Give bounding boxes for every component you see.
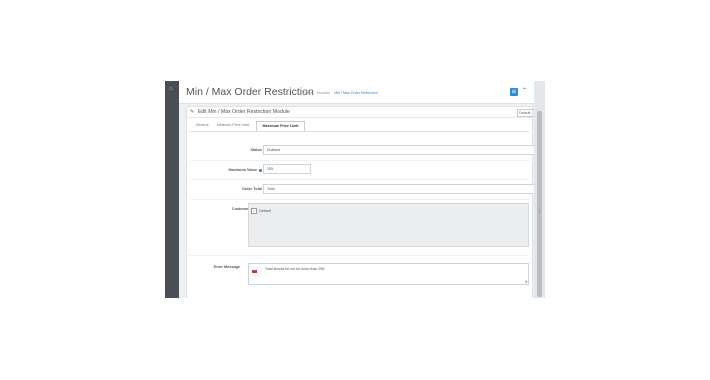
maximum-value-label: Maximum Value — [228, 168, 257, 172]
maximum-value-input[interactable]: 255 — [263, 164, 311, 174]
status-label: Status — [250, 148, 262, 152]
tab-general[interactable]: General — [193, 121, 211, 130]
pencil-icon: ✎ — [190, 109, 195, 115]
breadcrumb: Home Modules Min / Max Order Restriction — [303, 91, 381, 95]
order-total-select[interactable]: Total ▾ — [263, 184, 544, 194]
page-title: Min / Max Order Restriction — [186, 86, 314, 98]
info-icon[interactable] — [259, 168, 262, 172]
customer-group-box: ✓ Default — [248, 203, 529, 247]
page-header: Min / Max Order Restriction Home Modules… — [179, 81, 534, 104]
home-icon[interactable]: ⌂ — [169, 86, 175, 92]
left-sidebar: ⌂ — [165, 81, 179, 298]
breadcrumb-home[interactable]: Home — [303, 91, 313, 95]
chevron-up-icon[interactable]: ⌃ — [522, 87, 527, 94]
scrollbar-thumb[interactable] — [537, 111, 542, 297]
divider — [186, 255, 527, 256]
breadcrumb-modules[interactable]: Modules — [317, 91, 331, 95]
error-message-value: Total should be not be more than 255 — [265, 267, 325, 271]
divider — [190, 179, 529, 180]
resize-handle-icon[interactable]: ◢ — [525, 279, 527, 284]
status-value: Enabled — [267, 148, 281, 152]
divider — [190, 160, 529, 161]
panel-title: Edit Min / Max Order Restriction Module — [197, 109, 290, 115]
customer-group-option[interactable]: ✓ Default — [251, 208, 271, 214]
save-button[interactable]: ⊞ — [510, 88, 518, 96]
breadcrumb-current[interactable]: Min / Max Order Restriction — [334, 91, 378, 95]
scroll-grip-icon: ⁞ — [538, 209, 541, 215]
tab-divider — [190, 131, 529, 132]
divider — [190, 199, 529, 200]
customer-group-option-label: Default — [259, 209, 272, 213]
error-message-textarea[interactable]: ▪ Total should be not be more than 255 ◢ — [248, 263, 529, 285]
vertical-scrollbar[interactable]: ⁞ — [534, 81, 545, 298]
checkbox-checked-icon[interactable]: ✓ — [251, 208, 257, 214]
order-total-label: Order Total — [241, 187, 262, 191]
order-total-value: Total — [267, 187, 275, 191]
status-select[interactable]: Enabled ▾ — [263, 145, 544, 155]
error-message-label: Error Message — [213, 265, 240, 269]
language-select-value: Default — [519, 111, 531, 115]
tab-minimum-price-limit[interactable]: Minimum Price Limit — [213, 121, 253, 130]
panel-header: ✎ Edit Min / Max Order Restriction Modul… — [187, 107, 540, 118]
uk-flag-icon: ▪ — [252, 270, 257, 273]
